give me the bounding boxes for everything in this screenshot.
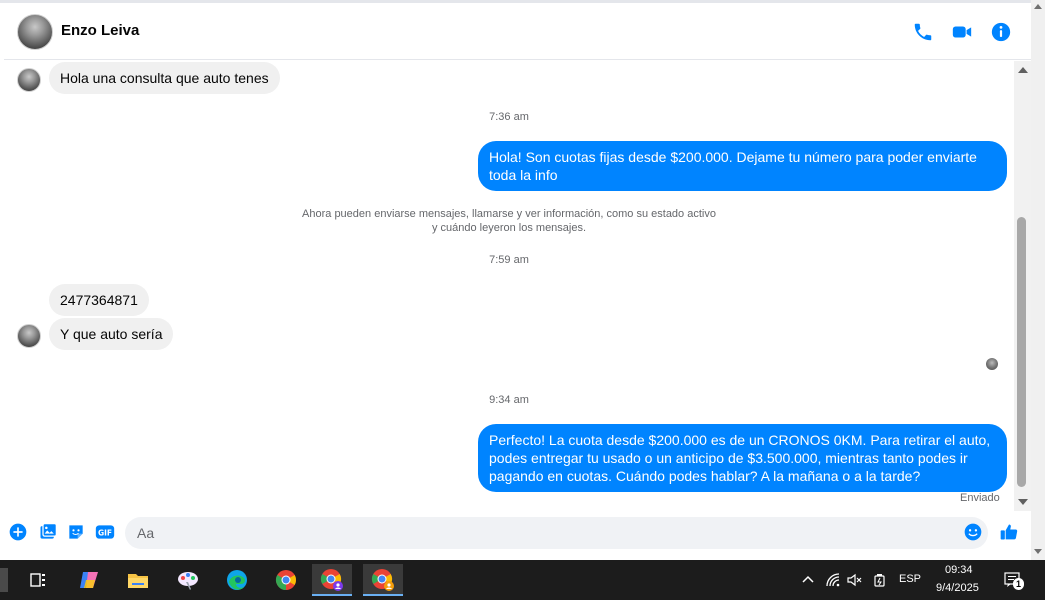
thumbs-up-icon[interactable] — [999, 522, 1019, 542]
page-scroll-down[interactable] — [1034, 549, 1042, 554]
message-input[interactable] — [125, 517, 988, 549]
incoming-message[interactable]: Y que auto sería — [49, 318, 174, 350]
start-edge[interactable] — [0, 568, 8, 592]
timestamp: 7:59 am — [489, 254, 529, 266]
chat-window: Enzo Leiva Hola una consulta que auto te… — [0, 0, 1045, 560]
image-icon[interactable] — [38, 522, 58, 542]
window-top-edge — [0, 0, 1045, 3]
seen-indicator-avatar — [986, 358, 998, 370]
video-camera-icon[interactable] — [951, 21, 973, 43]
speaker-muted-icon[interactable] — [846, 572, 862, 588]
notification-icon[interactable]: 1 — [1003, 570, 1024, 590]
chrome-profile-1-icon[interactable] — [312, 564, 352, 596]
page-scrollbar[interactable] — [1031, 0, 1045, 560]
notice-line: y cuándo leyeron los mensajes. — [431, 222, 587, 234]
chevron-up-icon[interactable] — [800, 572, 816, 588]
sender-avatar[interactable] — [17, 324, 41, 348]
timestamp: 7:36 am — [489, 111, 529, 123]
language-indicator[interactable]: ESP — [899, 573, 921, 585]
emoji-icon[interactable] — [963, 522, 983, 542]
file-explorer-icon[interactable] — [118, 564, 158, 596]
timestamp: 9:34 am — [489, 394, 529, 406]
scroll-down-arrow[interactable] — [1018, 499, 1028, 505]
incoming-message[interactable]: 2477364871 — [49, 284, 149, 316]
task-view-icon[interactable] — [18, 564, 58, 596]
paint-icon[interactable] — [168, 564, 208, 596]
outgoing-message[interactable]: Hola! Son cuotas fijas desde $200.000. D… — [478, 141, 1007, 191]
sender-avatar[interactable] — [17, 68, 41, 92]
message-list[interactable]: Hola una consulta que auto tenes 7:36 am… — [4, 61, 1014, 511]
chrome-icon[interactable] — [266, 564, 306, 596]
scroll-up-arrow[interactable] — [1018, 67, 1028, 73]
wifi-icon[interactable] — [825, 572, 841, 588]
phone-icon[interactable] — [912, 21, 934, 43]
chrome-profile-2-icon[interactable] — [363, 564, 403, 596]
copilot-icon[interactable] — [69, 564, 109, 596]
outgoing-message[interactable]: Perfecto! La cuota desde $200.000 es de … — [478, 424, 1007, 492]
chat-header: Enzo Leiva — [4, 4, 1031, 60]
message-composer: GIF — [0, 513, 1031, 553]
incoming-message[interactable]: Hola una consulta que auto tenes — [49, 62, 280, 94]
message-scrollbar[interactable] — [1014, 61, 1031, 511]
clock-date[interactable]: 9/4/2025 — [936, 582, 979, 594]
gif-icon[interactable]: GIF — [95, 522, 115, 542]
contact-name[interactable]: Enzo Leiva — [61, 22, 139, 39]
sticker-icon[interactable] — [66, 522, 86, 542]
contact-avatar[interactable] — [17, 14, 53, 50]
delivery-status: Enviado — [960, 492, 1000, 504]
clock-time[interactable]: 09:34 — [945, 564, 973, 576]
notice-line: Ahora pueden enviarse mensajes, llamarse… — [302, 208, 716, 220]
info-icon[interactable] — [990, 21, 1012, 43]
edge-icon[interactable] — [217, 564, 257, 596]
windows-taskbar: ESP 09:34 9/4/2025 1 — [0, 560, 1045, 600]
page-scroll-up[interactable] — [1034, 4, 1042, 9]
privacy-notice: Ahora pueden enviarse mensajes, llamarse… — [284, 207, 734, 235]
plus-icon[interactable] — [8, 522, 28, 542]
gif-label: GIF — [98, 528, 112, 537]
battery-plug-icon[interactable] — [872, 572, 888, 588]
scroll-thumb[interactable] — [1017, 217, 1026, 487]
notification-badge: 1 — [1013, 578, 1024, 590]
